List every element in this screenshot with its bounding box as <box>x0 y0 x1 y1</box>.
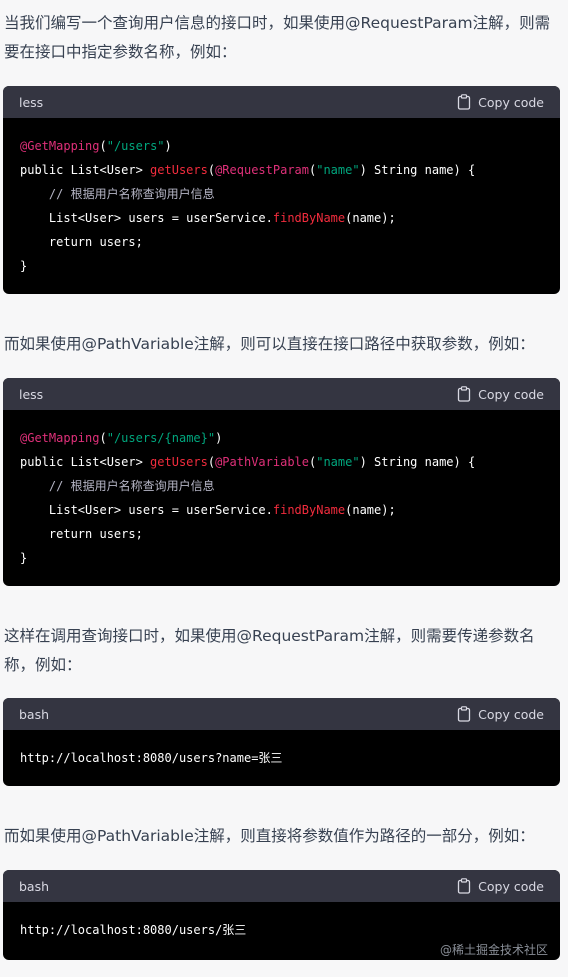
code-line: public List<User> getUsers(@RequestParam… <box>20 158 544 182</box>
code-language-label: bash <box>19 878 50 894</box>
code-token: http://localhost:8080/users/张三 <box>20 923 247 937</box>
code-token: public List<User> <box>20 163 151 177</box>
code-token: "name" <box>316 455 360 469</box>
code-token: findByName <box>272 503 346 517</box>
code-token: ( <box>99 139 107 153</box>
code-token: @GetMapping <box>20 139 100 153</box>
code-token: } <box>20 259 28 273</box>
copy-code-label: Copy code <box>478 706 544 722</box>
code-token: (name); <box>345 503 396 517</box>
copy-code-label: Copy code <box>478 878 544 894</box>
code-token: // 根据用户名称查询用户信息 <box>20 187 215 201</box>
code-token: ) String name) { <box>359 455 476 469</box>
code-line: http://localhost:8080/users?name=张三 <box>20 746 544 770</box>
code-block-header: bash Copy code <box>3 870 560 902</box>
copy-code-button[interactable]: Copy code <box>457 706 544 722</box>
site-watermark: @稀土掘金技术社区 <box>439 943 548 957</box>
clipboard-icon <box>458 878 471 894</box>
copy-code-button[interactable]: Copy code <box>457 878 544 894</box>
code-token: "/users/{name}" <box>106 431 216 445</box>
code-token: "name" <box>316 163 360 177</box>
code-token: ) <box>215 431 223 445</box>
code-line: return users; <box>20 230 544 254</box>
code-token: // 根据用户名称查询用户信息 <box>20 479 215 493</box>
code-block-requestparam-url: bash Copy code http://localhost:8080/use… <box>3 698 560 786</box>
code-line: @GetMapping("/users") <box>20 134 544 158</box>
code-token: public List<User> <box>20 455 151 469</box>
code-token: @GetMapping <box>20 431 100 445</box>
code-token: http://localhost:8080/users?name=张三 <box>20 751 283 765</box>
copy-code-label: Copy code <box>478 94 544 110</box>
code-block-requestparam: less Copy code @GetMapping("/users") publ… <box>3 86 560 294</box>
code-line: public List<User> getUsers(@PathVariable… <box>20 450 544 474</box>
code-token: ( <box>207 455 216 469</box>
code-content: @GetMapping("/users/{name}") public List<… <box>3 410 560 586</box>
copy-code-label: Copy code <box>478 386 544 402</box>
code-line: List<User> users = userService.findByNam… <box>20 206 544 230</box>
code-token: "/users" <box>106 139 165 153</box>
clipboard-icon <box>458 386 471 402</box>
code-line: // 根据用户名称查询用户信息 <box>20 474 544 498</box>
code-line: } <box>20 254 544 278</box>
code-language-label: bash <box>19 706 50 722</box>
code-token: (name); <box>345 211 396 225</box>
code-language-label: less <box>19 386 44 402</box>
code-token: } <box>20 551 28 565</box>
code-token: ) <box>164 139 172 153</box>
code-token: findByName <box>272 211 346 225</box>
paragraph-requestparam-call: 这样在调用查询接口时，如果使用@RequestParam注解，则需要传递参数名称… <box>4 627 535 674</box>
clipboard-icon <box>458 706 471 722</box>
paragraph-pathvariable-call: 而如果使用@PathVariable注解，则直接将参数值作为路径的一部分，例如： <box>4 827 535 845</box>
code-token: ( <box>207 163 216 177</box>
code-token: ( <box>99 431 107 445</box>
copy-code-button[interactable]: Copy code <box>457 386 544 402</box>
code-token: List<User> users = userService. <box>20 503 273 517</box>
code-content: http://localhost:8080/users?name=张三 <box>3 730 560 786</box>
code-block-header: less Copy code <box>3 86 560 118</box>
copy-code-button[interactable]: Copy code <box>457 94 544 110</box>
code-token: ) String name) { <box>359 163 476 177</box>
code-block-pathvariable: less Copy code @GetMapping("/users/{name… <box>3 378 560 586</box>
code-token: return users; <box>20 527 143 541</box>
code-line: return users; <box>20 522 544 546</box>
code-language-label: less <box>19 94 44 110</box>
code-token: List<User> users = userService. <box>20 211 273 225</box>
code-block-header: less Copy code <box>3 378 560 410</box>
code-token: getUsers <box>150 163 208 177</box>
code-line: // 根据用户名称查询用户信息 <box>20 182 544 206</box>
paragraph-pathvariable-intro: 而如果使用@PathVariable注解，则可以直接在接口路径中获取参数，例如： <box>4 335 535 353</box>
code-content: @GetMapping("/users") public List<User> g… <box>3 118 560 294</box>
code-block-header: bash Copy code <box>3 698 560 730</box>
code-token: @PathVariable <box>215 455 309 469</box>
code-token: @RequestParam <box>215 163 309 177</box>
code-line: @GetMapping("/users/{name}") <box>20 426 544 450</box>
code-line: } <box>20 546 544 570</box>
paragraph-requestparam-intro: 当我们编写一个查询用户信息的接口时，如果使用@RequestParam注解，则需… <box>4 14 551 61</box>
code-token: getUsers <box>150 455 208 469</box>
code-line: http://localhost:8080/users/张三 <box>20 918 544 942</box>
clipboard-icon <box>458 94 471 110</box>
code-line: List<User> users = userService.findByNam… <box>20 498 544 522</box>
code-token: return users; <box>20 235 143 249</box>
